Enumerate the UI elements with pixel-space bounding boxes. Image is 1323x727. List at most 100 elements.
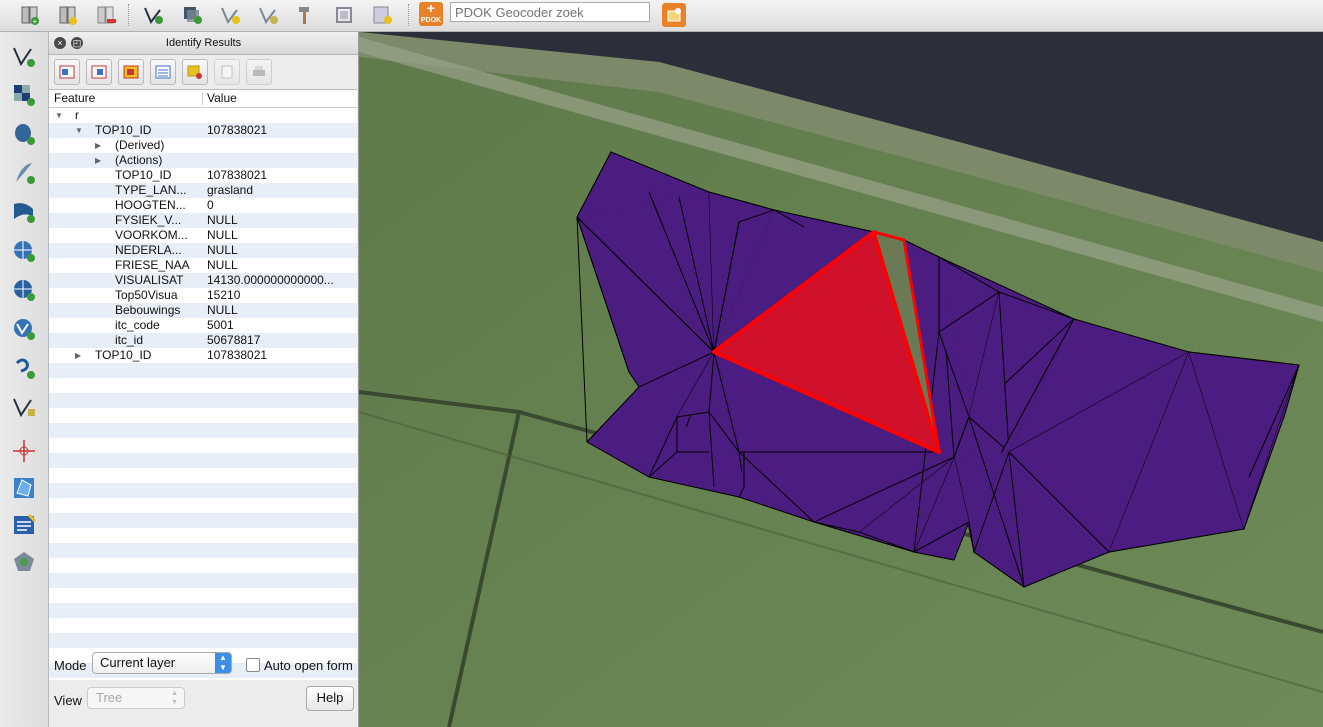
add-raster-layer-icon[interactable]: [10, 81, 38, 109]
tree-row[interactable]: ▶ (Actions): [49, 153, 357, 168]
feature-cell: (Derived): [115, 138, 165, 152]
value-cell: 50678817: [207, 333, 261, 347]
auto-open-form-checkbox[interactable]: Auto open form: [246, 658, 353, 673]
tree-row[interactable]: ▼ r: [49, 108, 357, 123]
tree-row[interactable]: FYSIEK_V... NULL: [49, 213, 357, 228]
expanded-arrow-icon[interactable]: ▼: [55, 108, 63, 123]
feature-cell: NEDERLA...: [115, 243, 182, 257]
tree-row[interactable]: VISUALISAT 14130.000000000000...: [49, 273, 357, 288]
select-arrows-icon: ▲ ▼: [215, 653, 231, 673]
save-edits-icon[interactable]: [370, 3, 394, 27]
tree-row[interactable]: Bebouwings NULL: [49, 303, 357, 318]
mode-select[interactable]: Current layer ▲ ▼: [92, 652, 232, 674]
view-label: View: [54, 693, 82, 708]
pdok-icon[interactable]: + PDOK: [419, 1, 443, 26]
empty-row: [49, 393, 357, 408]
expand-new-icon[interactable]: [118, 59, 144, 85]
pdok-label: PDOK: [420, 17, 442, 24]
add-vector-icon[interactable]: [141, 3, 165, 27]
empty-row: [49, 618, 357, 633]
geocoder-search-input[interactable]: [450, 2, 650, 22]
add-wms-layer-icon[interactable]: [10, 237, 38, 265]
tree-row[interactable]: ▶ (Derived): [49, 138, 357, 153]
add-spatialite-icon[interactable]: [10, 159, 38, 187]
add-wfs-icon[interactable]: [10, 315, 38, 343]
capture-crosshair-icon[interactable]: [10, 437, 38, 465]
tree-row[interactable]: HOOGTEN... 0: [49, 198, 357, 213]
feature-column-header[interactable]: Feature: [54, 91, 95, 105]
edit-text-icon[interactable]: [10, 511, 38, 539]
collapsed-arrow-icon[interactable]: ▶: [95, 138, 101, 153]
feature-cell: TOP10_ID: [115, 168, 172, 182]
add-wms-icon[interactable]: [256, 3, 280, 27]
tree-row[interactable]: FRIESE_NAA NULL: [49, 258, 357, 273]
toggle-editing-icon[interactable]: [332, 3, 356, 27]
hammer-icon[interactable]: [294, 3, 318, 27]
tree-row[interactable]: Top50Visua 15210: [49, 288, 357, 303]
empty-row: [49, 603, 357, 618]
close-icon[interactable]: ×: [54, 37, 66, 49]
geocoder-search-icon[interactable]: [662, 3, 686, 27]
remove-layer-icon[interactable]: [94, 3, 118, 27]
tree-row[interactable]: TOP10_ID 107838021: [49, 168, 357, 183]
select-arrows-icon: ▲ ▼: [171, 690, 178, 706]
mode-value: Current layer: [100, 655, 176, 670]
collapsed-arrow-icon[interactable]: ▶: [75, 348, 81, 363]
map-svg[interactable]: [359, 32, 1323, 727]
expand-all-icon[interactable]: [54, 59, 80, 85]
add-postgis-icon[interactable]: [218, 3, 242, 27]
add-mssql-icon[interactable]: [10, 198, 38, 226]
checkbox-box[interactable]: [246, 658, 260, 672]
feature-cell: (Actions): [115, 153, 163, 167]
value-cell: NULL: [207, 258, 238, 272]
feature-cell: TYPE_LAN...: [115, 183, 187, 197]
value-cell: 15210: [207, 288, 241, 302]
map-canvas[interactable]: [359, 32, 1323, 727]
add-gps-icon[interactable]: [10, 393, 38, 421]
add-delimited-text-icon[interactable]: [10, 354, 38, 382]
tree-row[interactable]: itc_id 50678817: [49, 333, 357, 348]
plugin-icon[interactable]: [10, 548, 38, 576]
new-spatialite-icon[interactable]: [56, 3, 80, 27]
empty-row: [49, 558, 357, 573]
value-cell: 5001: [207, 318, 234, 332]
expanded-arrow-icon[interactable]: ▼: [75, 123, 83, 138]
add-polygon-icon[interactable]: [10, 474, 38, 502]
tree-row[interactable]: itc_code 5001: [49, 318, 357, 333]
empty-row: [49, 543, 357, 558]
feature-cell: Bebouwings: [115, 303, 181, 317]
value-cell: 107838021: [207, 348, 268, 362]
add-wcs-icon[interactable]: [10, 276, 38, 304]
tree-row[interactable]: ▶ TOP10_ID 107838021: [49, 348, 357, 363]
tree-row[interactable]: TYPE_LAN... grasland: [49, 183, 357, 198]
value-column-header[interactable]: Value: [207, 91, 237, 105]
empty-row: [49, 453, 357, 468]
results-tree[interactable]: Feature Value ▼ r ▼ TOP10_ID 107838021 ▶ (Deri…: [49, 89, 357, 680]
collapsed-arrow-icon[interactable]: ▶: [95, 153, 101, 168]
left-toolbar: [0, 32, 49, 727]
add-raster-icon[interactable]: [180, 3, 204, 27]
feature-cell: VOORKOM...: [115, 228, 188, 242]
print-icon[interactable]: [246, 59, 272, 85]
tree-row[interactable]: NEDERLA... NULL: [49, 243, 357, 258]
tree-row[interactable]: VOORKOM... NULL: [49, 228, 357, 243]
view-select[interactable]: Tree ▲ ▼: [87, 687, 185, 709]
feature-cell: r: [75, 108, 79, 122]
new-layer-icon[interactable]: +: [18, 3, 42, 27]
main-toolbar: + + PDOK: [0, 0, 1323, 32]
feature-cell: itc_code: [115, 318, 160, 332]
feature-cell: TOP10_ID: [95, 123, 152, 137]
float-icon[interactable]: ◰: [71, 37, 83, 49]
tree-row[interactable]: ▼ TOP10_ID 107838021: [49, 123, 357, 138]
panel-title-bar: × ◰ Identify Results: [49, 32, 358, 55]
value-cell: 14130.000000000000...: [207, 273, 334, 287]
copy-icon[interactable]: [214, 59, 240, 85]
digitize-vertex-icon[interactable]: [10, 42, 38, 70]
value-cell: NULL: [207, 303, 238, 317]
clear-results-icon[interactable]: [150, 59, 176, 85]
highlight-icon[interactable]: [182, 59, 208, 85]
help-button[interactable]: Help: [306, 686, 354, 711]
feature-cell: itc_id: [115, 333, 144, 347]
add-postgis-layer-icon[interactable]: [10, 120, 38, 148]
collapse-all-icon[interactable]: [86, 59, 112, 85]
